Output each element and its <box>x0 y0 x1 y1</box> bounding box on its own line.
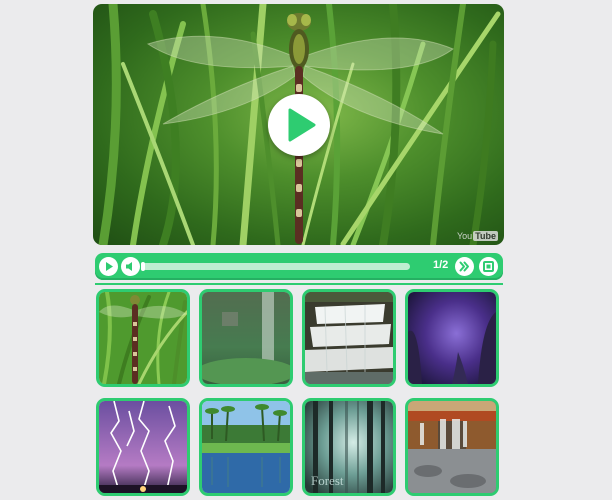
thumbnail-forest[interactable]: Forest <box>302 398 396 496</box>
thumbnail-dragonfly[interactable] <box>96 289 190 387</box>
play-button[interactable] <box>99 257 118 276</box>
play-icon <box>106 262 113 271</box>
playlist-counter: 1/2 <box>433 259 449 271</box>
autumn-falls-image <box>408 401 496 493</box>
thumbnail-lightning[interactable] <box>96 398 190 496</box>
youtube-watermark: You Tube <box>457 231 498 241</box>
player-controls: 1/2 <box>95 253 503 280</box>
dragonfly-image <box>99 292 187 384</box>
big-play-button[interactable] <box>268 94 330 156</box>
video-player[interactable]: You Tube <box>93 4 504 245</box>
thumbnail-tropical-lake[interactable] <box>199 398 293 496</box>
thumbnail-purple-forest[interactable] <box>405 289 499 387</box>
thumbnail-autumn-falls[interactable] <box>405 398 499 496</box>
purple-forest-image <box>408 292 496 384</box>
speaker-icon <box>126 262 132 271</box>
misty-waterfall-image <box>202 292 290 384</box>
fullscreen-button[interactable] <box>479 257 498 276</box>
thumbnail-cascade[interactable] <box>302 289 396 387</box>
mute-button[interactable] <box>121 257 140 276</box>
play-icon <box>288 108 316 142</box>
watermark-tube: Tube <box>473 231 498 241</box>
cascade-image <box>305 292 393 384</box>
thumbnail-caption: Forest <box>311 473 344 488</box>
progress-handle[interactable] <box>141 262 145 271</box>
watermark-you: You <box>456 231 473 241</box>
thumbnail-misty-waterfall[interactable] <box>199 289 293 387</box>
tropical-lake-image <box>202 401 290 493</box>
progress-bar[interactable] <box>141 262 410 271</box>
fullscreen-icon <box>483 261 494 272</box>
double-chevron-right-icon <box>459 261 469 272</box>
controls-divider <box>95 283 503 285</box>
lightning-image <box>99 401 187 493</box>
next-button[interactable] <box>455 257 474 276</box>
